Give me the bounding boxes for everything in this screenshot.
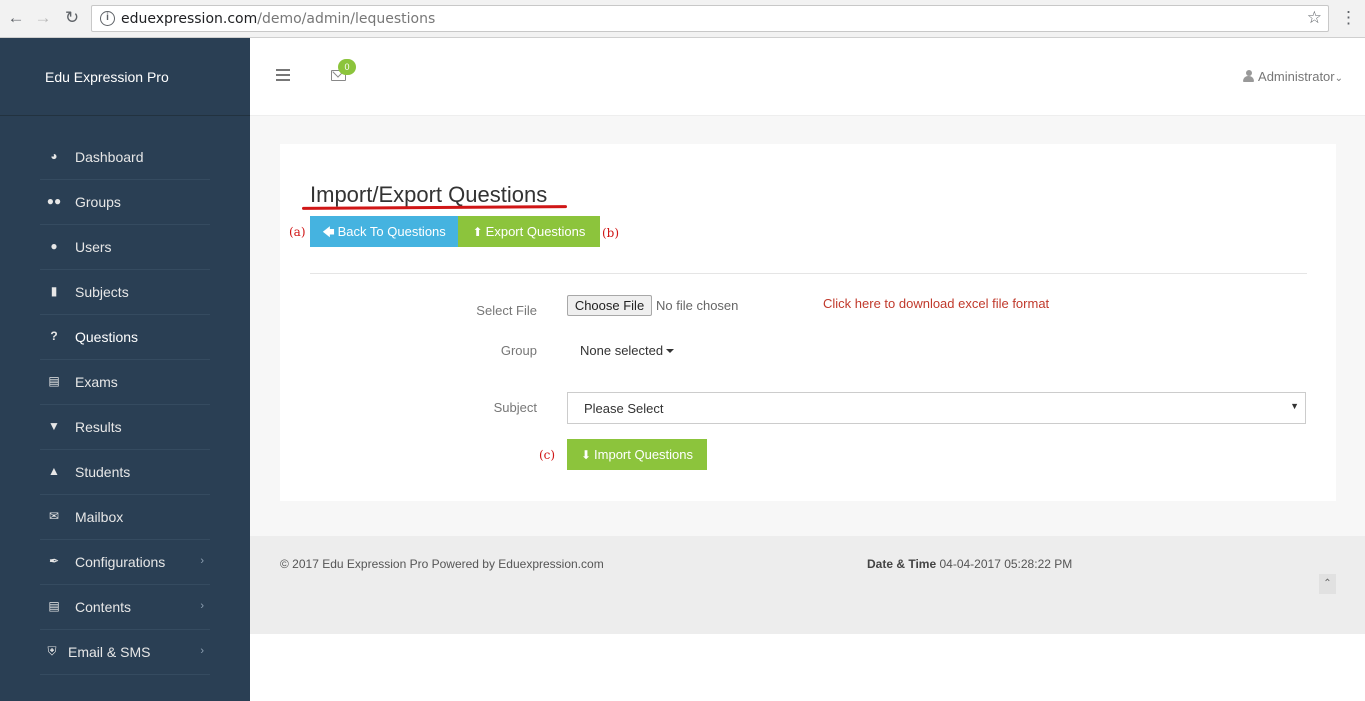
annotation-c: (c) [539, 448, 556, 462]
user-icon [1243, 70, 1255, 82]
sidebar-item-exams[interactable]: ▤ Exams [40, 360, 210, 405]
shield-icon: ⛨ [47, 644, 57, 658]
datetime-label: Date & Time [867, 557, 937, 571]
sidebar-item-label: Results [75, 419, 122, 435]
browser-toolbar: ← → ↻ i eduexpression.com/demo/admin/leq… [0, 0, 1365, 38]
arrow-left-icon: 🡄 [322, 225, 335, 239]
subject-label: Subject [493, 400, 537, 415]
user-menu[interactable]: Administrator⌄ [1243, 69, 1343, 84]
sidebar-item-configurations[interactable]: ✒ Configurations › [40, 540, 210, 585]
caret-down-icon [666, 349, 675, 353]
reload-icon[interactable]: ↻ [62, 8, 82, 28]
sidebar-item-subjects[interactable]: ▮ Subjects [40, 270, 210, 315]
sidebar-menu: ◕ Dashboard ●● Groups ● Users ▮ Subjects… [40, 135, 210, 675]
sidebar-item-label: Configurations [75, 554, 166, 570]
info-icon[interactable]: i [100, 11, 115, 26]
annotation-b: (b) [602, 226, 620, 240]
footer-datetime: Date & Time 04-04-2017 05:28:22 PM [867, 557, 1072, 571]
sidebar-item-label: Contents [75, 599, 132, 615]
download-icon: ⬇ [580, 448, 592, 462]
question-icon: ? [50, 329, 58, 343]
menu-toggle-icon[interactable] [276, 69, 290, 81]
url-path: /demo/admin/lequestions [257, 11, 436, 27]
chevron-right-icon: › [200, 555, 204, 567]
export-questions-button[interactable]: ⬆ Export Questions [458, 216, 600, 247]
url-text[interactable]: eduexpression.com/demo/admin/lequestions [121, 11, 435, 27]
chevron-down-icon: ⌄ [1334, 73, 1343, 84]
sidebar-item-dashboard[interactable]: ◕ Dashboard [40, 135, 210, 180]
sidebar-item-contents[interactable]: ▤ Contents › [40, 585, 210, 630]
sidebar-item-label: Groups [75, 194, 121, 210]
file-status: No file chosen [656, 298, 739, 313]
url-host: eduexpression.com [121, 11, 258, 27]
sidebar: Edu Expression Pro ◕ Dashboard ●● Groups… [0, 38, 250, 701]
trophy-icon: ▼ [48, 419, 60, 433]
forward-arrow-icon[interactable]: → [33, 8, 53, 28]
sidebar-item-users[interactable]: ● Users [40, 225, 210, 270]
user-name: Administrator [1258, 69, 1335, 84]
sidebar-item-label: Email & SMS [68, 644, 151, 660]
mail-count-badge[interactable]: 0 [338, 59, 356, 75]
divider [310, 273, 1307, 274]
chevron-right-icon: › [200, 645, 204, 657]
sidebar-item-label: Mailbox [75, 509, 124, 525]
annotation-a: (a) [289, 225, 306, 239]
graduation-cap-icon: ▲ [48, 464, 60, 478]
group-multiselect[interactable]: None selected [580, 343, 675, 358]
scroll-to-top-icon[interactable]: ⌃ [1319, 574, 1336, 594]
datetime-value: 04-04-2017 05:28:22 PM [939, 557, 1073, 571]
footer: © 2017 Edu Expression Pro Powered by Edu… [250, 536, 1365, 634]
sidebar-item-mailbox[interactable]: ✉ Mailbox [40, 495, 210, 540]
sidebar-item-email-sms[interactable]: ⛨ Email & SMS › [40, 630, 210, 675]
sidebar-item-results[interactable]: ▼ Results [40, 405, 210, 450]
dashboard-icon: ◕ [50, 149, 58, 163]
group-label: Group [500, 343, 537, 358]
back-button-label: Back To Questions [337, 224, 446, 239]
group-value: None selected [580, 343, 664, 358]
subject-select[interactable]: Please Select ▼ [567, 392, 1306, 424]
sidebar-item-questions[interactable]: ? Questions [40, 315, 210, 360]
page-title: Import/Export Questions [310, 182, 548, 207]
envelope-icon: ✉ [48, 509, 60, 523]
select-arrow-icon: ▼ [1290, 401, 1299, 411]
sidebar-item-label: Subjects [75, 284, 129, 300]
choose-file-button[interactable]: Choose File [567, 295, 652, 316]
sidebar-item-label: Students [75, 464, 131, 480]
address-bar[interactable]: i eduexpression.com/demo/admin/lequestio… [91, 5, 1329, 32]
import-button-label: Import Questions [594, 447, 694, 462]
list-alt-icon: ▤ [48, 599, 60, 613]
users-icon: ●● [46, 194, 62, 208]
select-file-label: Select File [476, 303, 537, 318]
upload-icon: ⬆ [472, 225, 483, 239]
bookmark-star-icon[interactable]: ☆ [1307, 8, 1322, 28]
book-icon: ▮ [50, 284, 58, 298]
browser-menu-icon[interactable]: ⋮ [1340, 8, 1357, 28]
list-icon: ▤ [48, 374, 60, 388]
back-arrow-icon[interactable]: ← [6, 8, 26, 28]
download-format-link[interactable]: Click here to download excel file format [823, 296, 1049, 311]
sidebar-item-label: Questions [75, 329, 139, 345]
sidebar-item-label: Users [75, 239, 112, 255]
sidebar-item-students[interactable]: ▲ Students [40, 450, 210, 495]
chevron-right-icon: › [200, 600, 204, 612]
import-questions-button[interactable]: ⬇ Import Questions [567, 439, 707, 470]
sidebar-item-label: Exams [75, 374, 118, 390]
top-navbar: 0 Administrator⌄ [250, 38, 1365, 116]
subject-value: Please Select [584, 401, 664, 416]
sidebar-item-label: Dashboard [75, 149, 144, 165]
sidebar-item-groups[interactable]: ●● Groups [40, 180, 210, 225]
export-button-label: Export Questions [485, 224, 586, 239]
footer-copyright: © 2017 Edu Expression Pro Powered by Edu… [280, 557, 604, 571]
back-to-questions-button[interactable]: 🡄 Back To Questions [310, 216, 458, 247]
user-icon: ● [50, 239, 58, 253]
brand: Edu Expression Pro [0, 38, 250, 116]
brand-title[interactable]: Edu Expression Pro [45, 69, 169, 85]
wrench-icon: ✒ [48, 554, 60, 568]
